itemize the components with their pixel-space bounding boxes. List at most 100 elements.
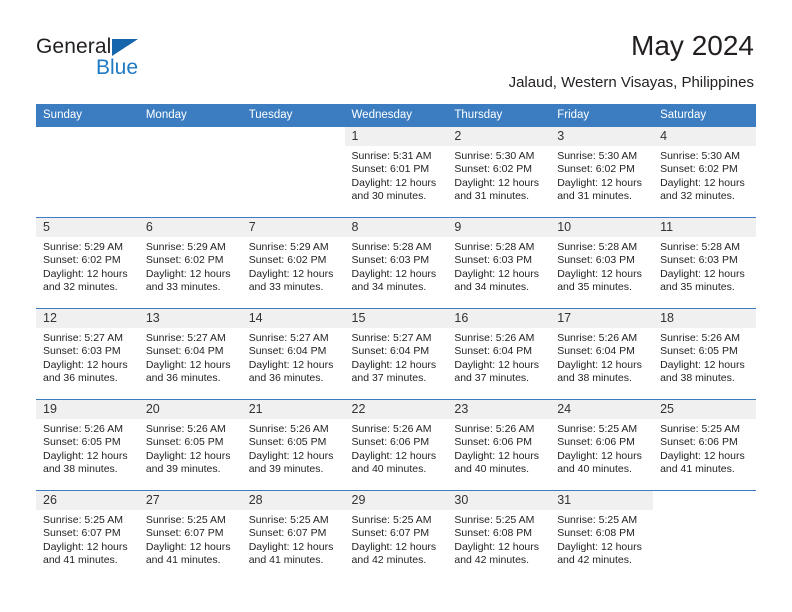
- sunrise-text: Sunrise: 5:30 AM: [557, 150, 638, 162]
- logo-text-blue: Blue: [96, 56, 139, 79]
- daylight-text: Daylight: 12 hours and 35 minutes.: [660, 267, 745, 294]
- calendar-day-cell[interactable]: 16 Sunrise: 5:26 AM Sunset: 6:04 PM Dayligh…: [447, 308, 551, 400]
- day-details: Sunrise: 5:28 AM Sunset: 6:03 PM Daylight:…: [550, 237, 653, 295]
- daylight-text: Daylight: 12 hours and 34 minutes.: [351, 267, 437, 294]
- day-details: Sunrise: 5:25 AM Sunset: 6:06 PM Daylight:…: [550, 419, 653, 477]
- calendar-day-cell[interactable]: 5 Sunrise: 5:29 AM Sunset: 6:02 PM Daylight…: [36, 217, 139, 309]
- calendar-day-cell[interactable]: 27 Sunrise: 5:25 AM Sunset: 6:07 PM Dayligh…: [138, 490, 242, 581]
- daylight-text: Daylight: 12 hours and 39 minutes.: [145, 449, 231, 476]
- day-details: Sunrise: 5:29 AM Sunset: 6:02 PM Daylight:…: [139, 237, 242, 295]
- daylight-text: Daylight: 12 hours and 36 minutes.: [145, 358, 231, 385]
- day-details: Sunrise: 5:26 AM Sunset: 6:04 PM Daylight:…: [447, 328, 550, 386]
- calendar-day-cell[interactable]: 23 Sunrise: 5:26 AM Sunset: 6:06 PM Dayligh…: [447, 399, 551, 491]
- calendar-day-cell[interactable]: 2 Sunrise: 5:30 AM Sunset: 6:02 PM Daylight…: [447, 126, 551, 218]
- sunrise-text: Sunrise: 5:26 AM: [454, 423, 535, 435]
- page-subtitle: Jalaud, Western Visayas, Philippines: [508, 74, 754, 91]
- calendar-day-cell[interactable]: 30 Sunrise: 5:25 AM Sunset: 6:08 PM Dayligh…: [447, 490, 551, 581]
- sunset-text: Sunset: 6:08 PM: [557, 527, 635, 540]
- logo-text-general: General: [36, 35, 112, 58]
- day-number: 19: [36, 400, 139, 419]
- sunrise-text: Sunrise: 5:30 AM: [660, 150, 741, 162]
- sunset-text: Sunset: 6:02 PM: [43, 254, 121, 267]
- calendar-day-cell[interactable]: 14 Sunrise: 5:27 AM Sunset: 6:04 PM Dayligh…: [241, 308, 345, 400]
- sunset-text: Sunset: 6:03 PM: [557, 254, 635, 267]
- calendar-day-cell[interactable]: 20 Sunrise: 5:26 AM Sunset: 6:05 PM Dayligh…: [138, 399, 242, 491]
- calendar-day-cell[interactable]: 12 Sunrise: 5:27 AM Sunset: 6:03 PM Dayligh…: [36, 308, 139, 400]
- daylight-text: Daylight: 12 hours and 40 minutes.: [557, 449, 642, 476]
- day-details: Sunrise: 5:30 AM Sunset: 6:02 PM Daylight:…: [447, 146, 550, 204]
- calendar-day-cell[interactable]: 6 Sunrise: 5:29 AM Sunset: 6:02 PM Daylight…: [138, 217, 242, 309]
- calendar-day-cell[interactable]: 7 Sunrise: 5:29 AM Sunset: 6:02 PM Daylight…: [241, 217, 345, 309]
- sunrise-text: Sunrise: 5:26 AM: [454, 332, 535, 344]
- sunrise-text: Sunrise: 5:28 AM: [557, 241, 638, 253]
- day-details: Sunrise: 5:25 AM Sunset: 6:07 PM Daylight:…: [36, 510, 139, 568]
- day-details: Sunrise: 5:26 AM Sunset: 6:05 PM Daylight:…: [653, 328, 756, 386]
- sunset-text: Sunset: 6:02 PM: [145, 254, 224, 267]
- sunset-text: Sunset: 6:05 PM: [43, 436, 121, 449]
- calendar-day-cell[interactable]: 1 Sunrise: 5:31 AM Sunset: 6:01 PM Daylight…: [344, 126, 448, 218]
- day-details: Sunrise: 5:31 AM Sunset: 6:01 PM Daylight:…: [345, 146, 448, 204]
- calendar-day-cell[interactable]: 19 Sunrise: 5:26 AM Sunset: 6:05 PM Dayligh…: [36, 399, 139, 491]
- day-details: Sunrise: 5:25 AM Sunset: 6:08 PM Daylight:…: [447, 510, 550, 568]
- calendar-day-cell[interactable]: 25 Sunrise: 5:25 AM Sunset: 6:06 PM Dayligh…: [653, 399, 756, 491]
- daylight-text: Daylight: 12 hours and 33 minutes.: [248, 267, 334, 294]
- calendar-week-row: 5 Sunrise: 5:29 AM Sunset: 6:02 PM Daylight…: [36, 217, 756, 309]
- sunrise-text: Sunrise: 5:26 AM: [557, 332, 638, 344]
- sunrise-text: Sunrise: 5:29 AM: [43, 241, 123, 253]
- weekday-header-tuesday: Tuesday: [241, 104, 345, 127]
- calendar-day-cell-empty: [653, 490, 756, 581]
- daylight-text: Daylight: 12 hours and 37 minutes.: [351, 358, 437, 385]
- day-number: 7: [241, 218, 345, 237]
- day-details: Sunrise: 5:27 AM Sunset: 6:03 PM Daylight:…: [36, 328, 139, 386]
- daylight-text: Daylight: 12 hours and 42 minutes.: [454, 540, 540, 567]
- calendar-day-cell[interactable]: 26 Sunrise: 5:25 AM Sunset: 6:07 PM Dayligh…: [36, 490, 139, 581]
- weekday-header-sunday: Sunday: [36, 104, 139, 127]
- calendar-day-cell[interactable]: 13 Sunrise: 5:27 AM Sunset: 6:04 PM Dayligh…: [138, 308, 242, 400]
- sunrise-text: Sunrise: 5:28 AM: [660, 241, 741, 253]
- day-details: Sunrise: 5:27 AM Sunset: 6:04 PM Daylight:…: [242, 328, 345, 386]
- calendar-day-cell[interactable]: 28 Sunrise: 5:25 AM Sunset: 6:07 PM Dayligh…: [241, 490, 345, 581]
- sunset-text: Sunset: 6:02 PM: [557, 163, 635, 176]
- calendar-day-cell[interactable]: 21 Sunrise: 5:26 AM Sunset: 6:05 PM Dayligh…: [241, 399, 345, 491]
- calendar-week-row: 26 Sunrise: 5:25 AM Sunset: 6:07 PM Dayligh…: [36, 490, 756, 581]
- calendar-day-cell[interactable]: 31 Sunrise: 5:25 AM Sunset: 6:08 PM Dayligh…: [550, 490, 654, 581]
- calendar-day-cell-empty: [138, 126, 242, 218]
- weekday-header-row: Sunday Monday Tuesday Wednesday Thursday…: [36, 104, 756, 127]
- sunset-text: Sunset: 6:03 PM: [660, 254, 738, 267]
- day-details: Sunrise: 5:26 AM Sunset: 6:06 PM Daylight:…: [345, 419, 448, 477]
- sunrise-text: Sunrise: 5:25 AM: [660, 423, 741, 435]
- calendar-day-cell[interactable]: 4 Sunrise: 5:30 AM Sunset: 6:02 PM Daylight…: [653, 126, 756, 218]
- sunrise-text: Sunrise: 5:26 AM: [660, 332, 741, 344]
- sunrise-text: Sunrise: 5:27 AM: [351, 332, 432, 344]
- day-number: 24: [550, 400, 654, 419]
- sunrise-text: Sunrise: 5:25 AM: [351, 514, 432, 526]
- daylight-text: Daylight: 12 hours and 32 minutes.: [43, 267, 128, 294]
- day-number: 31: [550, 491, 654, 510]
- daylight-text: Daylight: 12 hours and 40 minutes.: [351, 449, 437, 476]
- day-number: 15: [344, 309, 448, 328]
- calendar-day-cell[interactable]: 18 Sunrise: 5:26 AM Sunset: 6:05 PM Dayligh…: [653, 308, 756, 400]
- day-number: 10: [550, 218, 654, 237]
- day-number: 20: [138, 400, 242, 419]
- day-number: 5: [36, 218, 139, 237]
- day-number: 30: [447, 491, 551, 510]
- calendar-day-cell[interactable]: 29 Sunrise: 5:25 AM Sunset: 6:07 PM Dayligh…: [344, 490, 448, 581]
- general-blue-logo[interactable]: General Blue: [36, 36, 216, 88]
- daylight-text: Daylight: 12 hours and 37 minutes.: [454, 358, 540, 385]
- calendar-day-cell[interactable]: 11 Sunrise: 5:28 AM Sunset: 6:03 PM Dayligh…: [653, 217, 756, 309]
- calendar-day-cell[interactable]: 10 Sunrise: 5:28 AM Sunset: 6:03 PM Dayligh…: [550, 217, 654, 309]
- sunrise-text: Sunrise: 5:30 AM: [454, 150, 535, 162]
- page-header: General Blue May 2024 Jalaud, Western Vi…: [0, 0, 792, 104]
- calendar-day-cell[interactable]: 9 Sunrise: 5:28 AM Sunset: 6:03 PM Daylight…: [447, 217, 551, 309]
- sunrise-text: Sunrise: 5:27 AM: [43, 332, 123, 344]
- calendar-day-cell[interactable]: 24 Sunrise: 5:25 AM Sunset: 6:06 PM Dayligh…: [550, 399, 654, 491]
- calendar-day-cell[interactable]: 17 Sunrise: 5:26 AM Sunset: 6:04 PM Dayligh…: [550, 308, 654, 400]
- calendar-day-cell[interactable]: 8 Sunrise: 5:28 AM Sunset: 6:03 PM Daylight…: [344, 217, 448, 309]
- calendar-header-row: Sunday Monday Tuesday Wednesday Thursday…: [36, 104, 756, 127]
- calendar-day-cell[interactable]: 22 Sunrise: 5:26 AM Sunset: 6:06 PM Dayligh…: [344, 399, 448, 491]
- day-details: Sunrise: 5:27 AM Sunset: 6:04 PM Daylight:…: [345, 328, 448, 386]
- calendar-day-cell[interactable]: 15 Sunrise: 5:27 AM Sunset: 6:04 PM Dayligh…: [344, 308, 448, 400]
- sunrise-text: Sunrise: 5:27 AM: [248, 332, 329, 344]
- calendar-day-cell[interactable]: 3 Sunrise: 5:30 AM Sunset: 6:02 PM Daylight…: [550, 126, 654, 218]
- day-number: 27: [138, 491, 242, 510]
